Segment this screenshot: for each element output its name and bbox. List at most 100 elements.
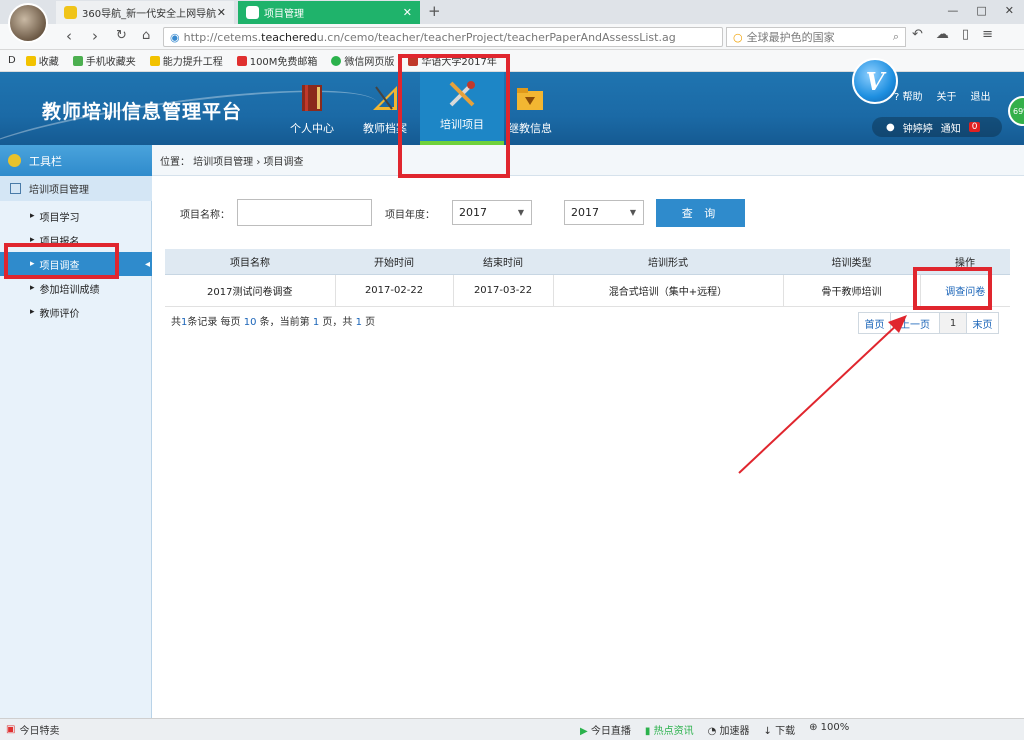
project-name-input[interactable] [237, 199, 372, 226]
close-tab-icon[interactable]: ✕ [217, 6, 226, 19]
sidebar-group-training-management[interactable]: 培训项目管理 [0, 176, 152, 201]
sidebar-item-project-signup[interactable]: 项目报名 [0, 228, 152, 252]
phone-icon [72, 55, 83, 66]
bookmark-label: 华语大学2017年 [421, 57, 497, 68]
bookmark-favorites[interactable]: 收藏 [25, 53, 59, 68]
bookmark-wechat[interactable]: 微信网页版 [331, 53, 394, 68]
link-label: 帮助 [902, 92, 923, 103]
last-page-button[interactable]: 末页 [966, 312, 999, 334]
bookmark-ability[interactable]: 能力提升工程 [149, 53, 223, 68]
prev-page-button[interactable]: 上一页 [890, 312, 940, 334]
play-icon: ▶ [580, 726, 588, 737]
browser-status-bar: ▣ 今日特卖 ▶ 今日直播 ▮ 热点资讯 ◔ 加速器 ↓ 下载 ⊕ 100% [0, 718, 1024, 740]
browser-tab-project-management[interactable]: 项目管理 ✕ [238, 1, 420, 24]
sidebar-item-training-scores[interactable]: 参加培训成绩 [0, 276, 152, 300]
pg-text: 条，当前第 [259, 317, 310, 328]
status-label: 下载 [775, 726, 796, 737]
accelerator-link[interactable]: ◔ 加速器 [708, 722, 750, 737]
year-from-select[interactable]: 2017 ▼ [452, 200, 532, 225]
bookmark-mail[interactable]: 100M免费邮箱 [236, 53, 317, 68]
first-page-button[interactable]: 首页 [858, 312, 891, 334]
browser-tab-360-nav[interactable]: 360导航_新一代安全上网导航 ✕ [56, 1, 234, 24]
cell-project-name: 2017测试问卷调查 [165, 274, 336, 307]
user-name[interactable]: 钟婷婷 [903, 120, 933, 135]
forward-icon[interactable]: › [92, 27, 98, 45]
cell-training-type: 骨干教师培训 [783, 274, 921, 307]
status-label: 加速器 [719, 726, 750, 737]
mail-icon [236, 55, 247, 66]
close-tab-icon[interactable]: ✕ [403, 6, 412, 19]
col-training-type: 培训类型 [783, 249, 920, 275]
status-label: 今日直播 [590, 726, 631, 737]
cell-start-time: 2017-02-22 [335, 274, 454, 307]
bookmark-mobile[interactable]: 手机收藏夹 [72, 53, 136, 68]
about-link[interactable]: 关于 [937, 88, 957, 103]
search-icon[interactable]: ⌕ [893, 30, 899, 44]
survey-questionnaire-link[interactable]: 调查问卷 [945, 287, 985, 298]
sidebar-item-project-survey[interactable]: 项目调查 [0, 252, 152, 276]
home-icon[interactable]: ⌂ [142, 28, 150, 43]
url-prefix: http://cetems. [183, 30, 262, 44]
year-to-select[interactable]: 2017 ▼ [564, 200, 644, 225]
year-from-value: 2017 [459, 206, 487, 219]
minimize-icon[interactable]: — [947, 4, 958, 17]
refresh-icon[interactable]: ↻ [116, 28, 127, 43]
cell-training-form: 混合式培训（集中+远程） [553, 274, 784, 307]
page-number-button[interactable]: 1 [939, 312, 967, 334]
help-icon: ? [894, 92, 900, 103]
secure-globe-icon: ◉ [170, 30, 180, 44]
logout-link[interactable]: 退出 [971, 88, 991, 103]
tab-label: 360导航_新一代安全上网导航 [82, 9, 217, 20]
notice-link[interactable]: 通知 [941, 120, 961, 135]
sidebar-item-project-study[interactable]: 项目学习 [0, 204, 152, 228]
arrow-shaft [738, 321, 901, 474]
zoom-level[interactable]: ⊕ 100% [809, 722, 849, 737]
cloud-icon[interactable]: ☁ [936, 27, 949, 42]
window-controls: — □ ✕ [947, 4, 1014, 17]
star-icon [25, 55, 36, 66]
status-label: 热点资讯 [653, 726, 694, 737]
project-year-label: 项目年度： [385, 210, 435, 221]
new-tab-button[interactable]: + [428, 2, 441, 20]
bookmark-toggle-icon[interactable]: D [8, 55, 16, 66]
bookmark-label: 收藏 [38, 57, 59, 68]
col-start-time: 开始时间 [335, 249, 453, 275]
bookmark-label: 能力提升工程 [162, 57, 223, 68]
search-input[interactable]: ○ 全球最护色的国家 ⌕ [726, 27, 906, 47]
query-button[interactable]: 查 询 [656, 199, 745, 227]
header-links: ? 帮助 关于 退出 [894, 88, 991, 103]
nav-personal-center[interactable]: 个人中心 [270, 72, 354, 145]
pg-text: 页 [365, 317, 376, 328]
chevron-down-icon: ▼ [629, 208, 636, 217]
sidebar-item-teacher-evaluation[interactable]: 教师评价 [0, 300, 152, 324]
pg-current: 1 [312, 317, 320, 328]
bookmark-university[interactable]: 华语大学2017年 [408, 53, 497, 68]
help-link[interactable]: ? 帮助 [894, 88, 923, 103]
download-link[interactable]: ↓ 下载 [764, 722, 796, 737]
table-header-row: 项目名称 开始时间 结束时间 培训形式 培训类型 操作 [165, 249, 1010, 275]
status-label: 100% [820, 722, 850, 733]
project-name-label: 项目名称： [180, 210, 230, 221]
breadcrumb: 位置： 培训项目管理 › 项目调查 [152, 145, 1024, 176]
phone-icon[interactable]: ▯ [962, 27, 969, 42]
search-placeholder: 全球最护色的国家 [746, 31, 835, 44]
live-link[interactable]: ▶ 今日直播 [580, 722, 631, 737]
user-avatar[interactable] [8, 3, 48, 43]
nav-label: 培训项目 [440, 118, 484, 131]
menu-icon[interactable]: ≡ [982, 27, 993, 42]
undo-icon[interactable]: ↶ [912, 27, 923, 42]
maximize-icon[interactable]: □ [976, 4, 986, 17]
nav-teacher-archive[interactable]: 教师档案 [343, 72, 427, 145]
close-window-icon[interactable]: ✕ [1005, 4, 1014, 17]
today-sale-link[interactable]: 今日特卖 [19, 722, 59, 737]
folder-icon [149, 55, 160, 66]
url-input[interactable]: ◉ http://cetems. teachered u.cn/cemo/teach… [163, 27, 723, 47]
wechat-icon [331, 55, 342, 66]
news-link[interactable]: ▮ 热点资讯 [645, 722, 694, 737]
nav-label: 教师档案 [363, 122, 407, 135]
back-icon[interactable]: ‹ [66, 27, 72, 45]
toolbar-icon [8, 154, 21, 167]
book-icon [302, 85, 322, 111]
download-icon: ↓ [763, 726, 772, 737]
nav-continuing-education[interactable]: 继教信息 [488, 72, 572, 145]
